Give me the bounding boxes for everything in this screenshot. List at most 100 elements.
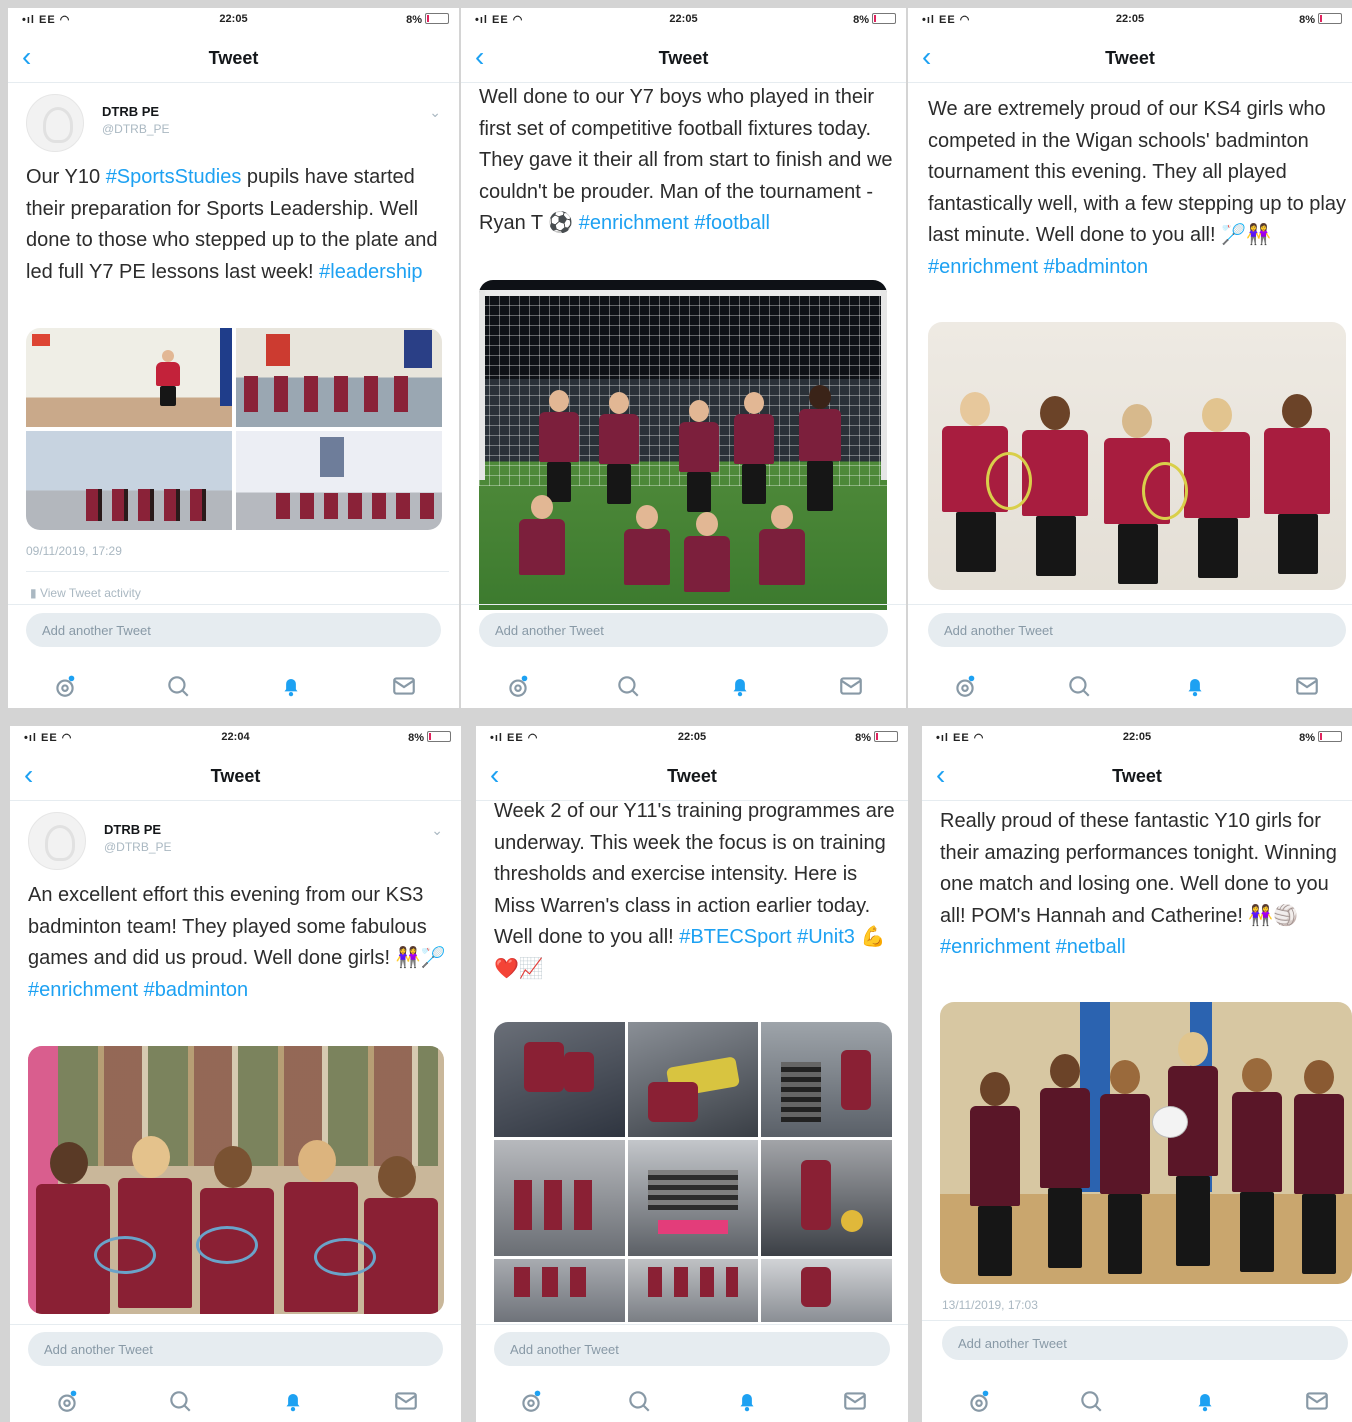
search-icon[interactable]	[613, 671, 643, 701]
author-name[interactable]: DTRB PE	[102, 104, 159, 119]
messages-icon[interactable]	[1292, 671, 1322, 701]
search-icon[interactable]	[1076, 1386, 1106, 1416]
tweet-photo-grid-training[interactable]	[494, 1022, 892, 1322]
text-segment: Our Y10	[26, 166, 106, 188]
tweet-text: Really proud of these fantastic Y10 girl…	[940, 806, 1350, 964]
racket	[196, 1226, 258, 1264]
divider	[476, 1324, 908, 1325]
divider	[8, 604, 459, 605]
racket	[1142, 462, 1188, 520]
hashtag-link[interactable]: #SportsStudies	[106, 166, 242, 188]
messages-icon[interactable]	[840, 1386, 870, 1416]
author-handle[interactable]: @DTRB_PE	[104, 840, 172, 854]
add-another-tweet-field[interactable]: Add another Tweet	[928, 613, 1346, 647]
search-icon[interactable]	[1064, 671, 1094, 701]
search-icon[interactable]	[163, 671, 193, 701]
messages-icon[interactable]	[391, 1386, 421, 1416]
add-another-tweet-field[interactable]: Add another Tweet	[26, 613, 441, 647]
tweet-photo-football-team[interactable]	[479, 280, 887, 610]
photo-gym-7[interactable]	[494, 1258, 625, 1322]
search-icon[interactable]	[624, 1386, 654, 1416]
author-handle[interactable]: @DTRB_PE	[102, 122, 170, 136]
nav-bar: ‹ Tweet	[922, 754, 1352, 801]
photo-gym-5[interactable]	[627, 1140, 759, 1256]
avatar[interactable]	[28, 812, 86, 870]
hashtag-link[interactable]: #leadership	[319, 261, 422, 283]
tweet-photo-netball-team[interactable]	[940, 1002, 1352, 1284]
netball	[1152, 1106, 1188, 1138]
photo-sports-hall-3[interactable]	[236, 431, 442, 530]
notifications-icon[interactable]	[725, 671, 755, 701]
add-another-tweet-field[interactable]: Add another Tweet	[942, 1326, 1348, 1360]
status-time: 22:05	[1115, 13, 1145, 25]
nav-bar: ‹ Tweet	[8, 36, 459, 83]
notifications-icon[interactable]	[732, 1386, 762, 1416]
home-icon[interactable]	[503, 671, 533, 701]
tab-bar	[10, 1368, 461, 1422]
hashtag-link[interactable]: #enrichment #badminton	[928, 256, 1148, 278]
messages-icon[interactable]	[389, 671, 419, 701]
notifications-icon[interactable]	[276, 671, 306, 701]
chevron-down-icon[interactable]: ⌄	[431, 822, 443, 839]
divider	[10, 1324, 461, 1325]
photo-classroom-1[interactable]	[26, 328, 232, 427]
tweet-text: We are extremely proud of our KS4 girls …	[928, 94, 1348, 283]
divider	[461, 604, 906, 605]
home-icon[interactable]	[50, 671, 80, 701]
photo-gym-8[interactable]	[627, 1258, 759, 1322]
home-icon[interactable]	[950, 671, 980, 701]
add-another-tweet-field[interactable]: Add another Tweet	[28, 1332, 443, 1366]
photo-gym-2[interactable]	[627, 1022, 759, 1138]
tweet-author[interactable]: DTRB PE @DTRB_PE ⌄	[26, 94, 449, 152]
tweet-timestamp: 13/11/2019, 17:03	[942, 1298, 1038, 1312]
tweet-author[interactable]: DTRB PE @DTRB_PE ⌄	[28, 812, 451, 870]
battery-indicator: 8%	[406, 13, 449, 26]
tweet-screen-6: •ıl EE ◠ 22:05 8% ‹ Tweet Really proud o…	[922, 726, 1352, 1422]
photo-gym-1[interactable]	[494, 1022, 625, 1138]
avatar[interactable]	[26, 94, 84, 152]
status-time: 22:05	[669, 13, 698, 25]
home-icon[interactable]	[516, 1386, 546, 1416]
view-activity-link[interactable]: ▮ View Tweet activity	[30, 586, 141, 600]
chevron-down-icon[interactable]: ⌄	[429, 104, 441, 121]
photo-gym-6[interactable]	[761, 1140, 892, 1256]
notifications-icon[interactable]	[1190, 1386, 1220, 1416]
hashtag-link[interactable]: #BTECSport #Unit3	[679, 926, 855, 948]
home-icon[interactable]	[52, 1386, 82, 1416]
tweet-text: Well done to our Y7 boys who played in t…	[479, 82, 899, 240]
notifications-icon[interactable]	[1180, 671, 1210, 701]
hashtag-link[interactable]: #enrichment #badminton	[28, 979, 248, 1001]
tweet-timestamp: 09/11/2019, 17:29	[26, 544, 122, 558]
text-segment: An excellent effort this evening from ou…	[28, 884, 446, 969]
messages-icon[interactable]	[1302, 1386, 1332, 1416]
home-icon[interactable]	[964, 1386, 994, 1416]
hashtag-link[interactable]: #enrichment #football	[579, 212, 770, 234]
add-another-tweet-field[interactable]: Add another Tweet	[479, 613, 888, 647]
tab-bar	[922, 1368, 1352, 1422]
search-icon[interactable]	[165, 1386, 195, 1416]
status-time: 22:04	[221, 731, 250, 743]
add-another-tweet-field[interactable]: Add another Tweet	[494, 1332, 890, 1366]
tweet-photo-badminton-girls[interactable]	[928, 322, 1346, 590]
tweet-screen-4: •ıl EE ◠ 22:04 8% ‹ Tweet DTRB PE @DTRB_…	[10, 726, 461, 1422]
status-time: 22:05	[677, 731, 707, 743]
photo-gym-4[interactable]	[494, 1140, 625, 1256]
messages-icon[interactable]	[836, 671, 866, 701]
notifications-icon[interactable]	[278, 1386, 308, 1416]
tweet-photo-ks3-badminton[interactable]	[28, 1046, 444, 1314]
photo-gym-3[interactable]	[761, 1022, 892, 1138]
hashtag-link[interactable]: #enrichment #netball	[940, 936, 1126, 958]
photo-gym-9[interactable]	[761, 1258, 892, 1322]
text-segment: We are extremely proud of our KS4 girls …	[928, 98, 1346, 246]
status-bar: •ıl EE ◠ 22:05 8%	[908, 8, 1352, 30]
photo-sports-hall-2[interactable]	[26, 431, 232, 530]
nav-bar: ‹ Tweet	[476, 754, 908, 801]
photo-sports-hall-1[interactable]	[236, 328, 442, 427]
tweet-photo-grid[interactable]	[26, 328, 442, 530]
tab-bar	[908, 653, 1352, 708]
racket	[986, 452, 1032, 510]
nav-bar: ‹ Tweet	[908, 36, 1352, 83]
tab-bar	[8, 653, 459, 708]
nav-title: Tweet	[208, 48, 259, 68]
author-name[interactable]: DTRB PE	[104, 822, 161, 837]
